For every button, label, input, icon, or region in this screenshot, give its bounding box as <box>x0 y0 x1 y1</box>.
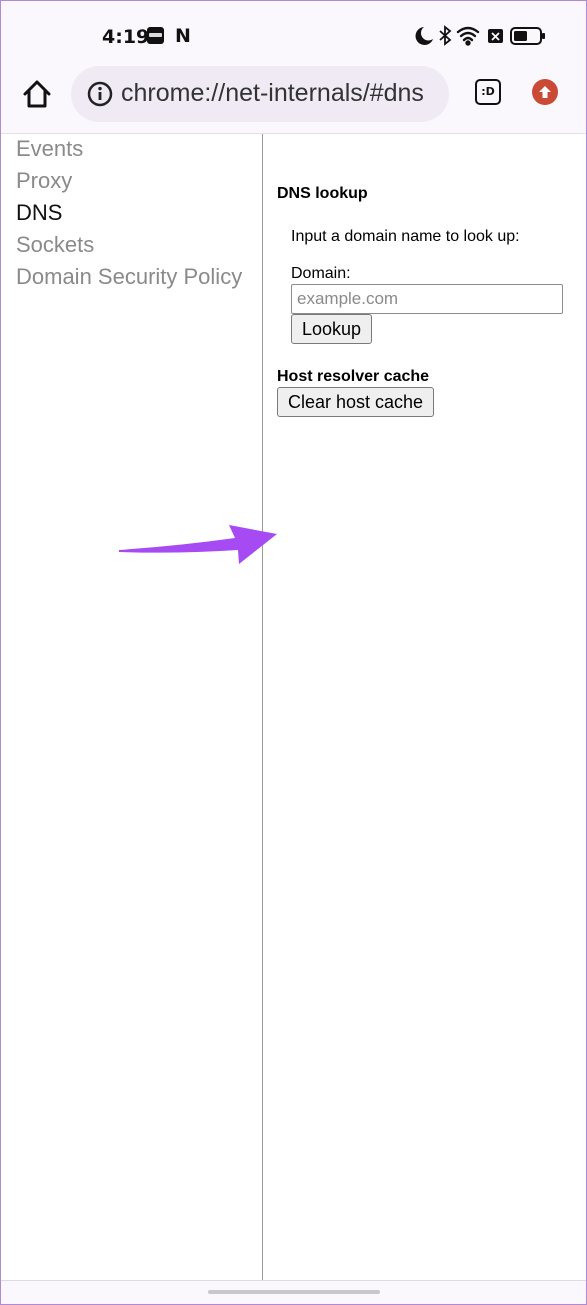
moon-icon <box>415 27 433 45</box>
wifi-icon <box>456 26 480 46</box>
annotation-arrow <box>119 525 277 564</box>
browser-toolbar: chrome://net-internals/#dns :D <box>1 65 586 134</box>
sidebar-item-events[interactable]: Events <box>16 136 83 162</box>
status-bar: 4:19 N <box>1 1 586 65</box>
sidebar: Events Proxy DNS Sockets Domain Security… <box>1 134 262 1280</box>
sidebar-divider <box>262 134 263 1280</box>
address-bar[interactable]: chrome://net-internals/#dns <box>71 66 449 122</box>
system-status-icons <box>415 25 545 46</box>
lookup-prompt: Input a domain name to look up: <box>291 228 520 245</box>
sidebar-item-dns[interactable]: DNS <box>16 200 62 226</box>
tab-count: :D <box>481 85 495 98</box>
sidebar-item-domain-security-policy[interactable]: Domain Security Policy <box>16 264 242 290</box>
sidebar-item-sockets[interactable]: Sockets <box>16 232 94 258</box>
battery-icon <box>510 27 545 45</box>
home-icon[interactable] <box>21 78 53 110</box>
no-sim-icon <box>488 29 503 43</box>
news-icon <box>147 27 164 44</box>
status-time: 4:19 <box>102 26 150 48</box>
lookup-button[interactable]: Lookup <box>291 314 373 344</box>
dns-lookup-title: DNS lookup <box>277 185 368 202</box>
netflix-icon: N <box>175 25 191 47</box>
host-resolver-cache-title: Host resolver cache <box>277 368 430 385</box>
domain-label: Domain: <box>291 265 351 282</box>
net-internals-page: Events Proxy DNS Sockets Domain Security… <box>1 134 586 1280</box>
update-icon[interactable] <box>532 79 558 105</box>
tabs-button[interactable]: :D <box>475 79 501 105</box>
clear-host-cache-button[interactable]: Clear host cache <box>277 387 435 417</box>
sidebar-item-proxy[interactable]: Proxy <box>16 168 72 194</box>
domain-input[interactable] <box>291 284 563 314</box>
gesture-handle[interactable] <box>208 1290 380 1294</box>
info-icon[interactable] <box>87 81 113 107</box>
navigation-bar <box>1 1280 586 1304</box>
bluetooth-icon <box>439 25 452 46</box>
url-text: chrome://net-internals/#dns <box>121 79 424 107</box>
